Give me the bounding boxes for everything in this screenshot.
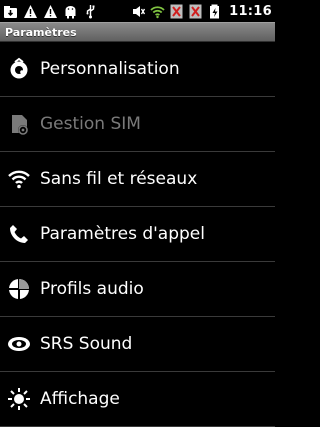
personalization-icon (7, 57, 31, 81)
audio-profile-icon (7, 277, 31, 301)
mute-icon (131, 4, 146, 19)
notification-icons (3, 4, 98, 19)
srs-icon (7, 332, 31, 356)
settings-item-srs-sound[interactable]: SRS Sound (0, 317, 275, 372)
settings-item-label: Paramètres d'appel (40, 224, 205, 244)
settings-item-parametres-appel[interactable]: Paramètres d'appel (0, 207, 275, 262)
clock: 11:16 (229, 3, 272, 19)
battery-charging-icon (207, 4, 222, 19)
settings-item-label: Affichage (40, 389, 120, 409)
settings-item-personnalisation[interactable]: Personnalisation (0, 42, 275, 97)
settings-item-label: SRS Sound (40, 334, 133, 354)
warning-icon (43, 4, 58, 19)
android-debug-icon (63, 4, 78, 19)
display-icon (7, 387, 31, 411)
settings-item-profils-audio[interactable]: Profils audio (0, 262, 275, 317)
settings-item-label: Personnalisation (40, 59, 180, 79)
settings-item-affichage[interactable]: Affichage (0, 372, 275, 427)
settings-item-gestion-sim[interactable]: Gestion SIM (0, 97, 275, 152)
title-bar: Paramètres (0, 22, 275, 42)
warning-icon (23, 4, 38, 19)
system-icons: 11:16 (131, 4, 272, 19)
wifi-icon (7, 167, 31, 191)
status-bar[interactable]: 11:16 (0, 0, 275, 22)
settings-item-label: Sans fil et réseaux (40, 169, 198, 189)
phone-icon (7, 222, 31, 246)
page-title: Paramètres (5, 25, 77, 39)
usb-icon (83, 4, 98, 19)
settings-item-label: Gestion SIM (40, 114, 141, 134)
wifi-icon (150, 4, 165, 19)
settings-list: Personnalisation Gestion SIM Sans fil et… (0, 42, 275, 427)
no-signal-icon (188, 4, 203, 19)
no-signal-icon (169, 4, 184, 19)
settings-item-sans-fil[interactable]: Sans fil et réseaux (0, 152, 275, 207)
sim-icon (7, 112, 31, 136)
download-icon (3, 4, 18, 19)
settings-item-label: Profils audio (40, 279, 144, 299)
